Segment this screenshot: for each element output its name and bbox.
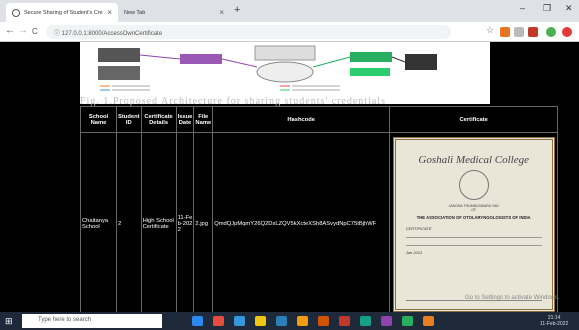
- school-name-cell: Chaitanya School: [80, 132, 117, 316]
- close-tab-icon[interactable]: ×: [219, 8, 224, 17]
- taskbar-app-icon[interactable]: [297, 316, 308, 326]
- tab-title: New Tab: [124, 9, 146, 16]
- issue-date-cell: 11-Feb-2022: [175, 132, 195, 316]
- reload-button[interactable]: C: [32, 27, 38, 36]
- taskbar-app-icon[interactable]: [339, 316, 350, 326]
- table-row: Chaitanya School 2 High School Certifica…: [80, 132, 559, 316]
- close-tab-icon[interactable]: ×: [107, 8, 112, 17]
- column-header: School Name: [80, 106, 117, 133]
- hashcode-cell: QmdQJpMqmY26Q2DxLZQV5kXcteXSh8ASvydNpC75…: [212, 132, 391, 316]
- certificate-line: CERTIFICATE: [405, 225, 432, 231]
- certificates-table: School Name Student ID Certificate Detai…: [80, 106, 559, 316]
- seal-emblem-icon: [458, 169, 489, 200]
- tab-new-tab[interactable]: New Tab ×: [118, 3, 230, 22]
- certificate-details-cell: High School Certificate: [140, 132, 177, 316]
- url-text: 127.0.0.1:8000/AccessOwnCertificate: [61, 31, 163, 37]
- system-clock[interactable]: 21:14 11-Feb-2022: [540, 315, 568, 327]
- column-header: Hashcode: [212, 106, 391, 133]
- minimize-button[interactable]: –: [520, 3, 525, 13]
- taskbar-app-icon[interactable]: [381, 316, 392, 326]
- column-header: Certificate: [389, 106, 559, 133]
- certificate-college-name: Goshali Medical College: [418, 153, 529, 166]
- certificate-heading: THE ASSOCIATION OF OTOLARYNGOLOGISTS OF …: [416, 214, 531, 220]
- column-header: Issue Date: [175, 106, 195, 133]
- certificate-image[interactable]: Goshali Medical College JANGNA THUMBUSWA…: [392, 136, 555, 312]
- star-icon[interactable]: ☆: [486, 25, 494, 36]
- close-window-button[interactable]: ✕: [565, 3, 573, 14]
- extension-icon[interactable]: [528, 27, 538, 37]
- taskbar: ⊞ Type here to search 21:14 11-Feb-2022: [0, 312, 579, 330]
- taskbar-app-icon[interactable]: [360, 316, 371, 326]
- globe-icon: [12, 8, 20, 17]
- taskbar-app-icon[interactable]: [276, 316, 287, 326]
- taskbar-app-icon[interactable]: [402, 316, 413, 326]
- maximize-button[interactable]: ❐: [543, 3, 551, 14]
- table-header-row: School Name Student ID Certificate Detai…: [80, 106, 559, 133]
- taskbar-app-icon[interactable]: [234, 316, 245, 326]
- certificate-cell: Goshali Medical College JANGNA THUMBUSWA…: [389, 132, 559, 316]
- url-field[interactable]: ⓘ 127.0.0.1:8000/AccessOwnCertificate: [46, 25, 451, 39]
- student-id-cell: 2: [116, 132, 142, 316]
- menu-icon[interactable]: [562, 27, 572, 37]
- taskbar-app-icon[interactable]: [423, 316, 434, 326]
- taskbar-search-input[interactable]: Type here to search: [22, 314, 162, 328]
- back-button[interactable]: ←: [5, 25, 15, 36]
- certificate-line: Jan 2013: [405, 249, 423, 255]
- page-content: Fig. 1.Proposed Architecture for sharing…: [0, 42, 579, 316]
- architecture-figure: [80, 42, 490, 104]
- column-header: File Name: [193, 106, 214, 133]
- forward-button[interactable]: →: [18, 25, 28, 36]
- profile-avatar[interactable]: [546, 27, 556, 37]
- column-header: Certificate Details: [140, 106, 177, 133]
- address-bar-row: ← → C ⓘ 127.0.0.1:8000/AccessOwnCertific…: [0, 22, 579, 42]
- certificate-line: OF: [471, 207, 477, 212]
- taskbar-app-icon[interactable]: [318, 316, 329, 326]
- new-tab-button[interactable]: +: [234, 4, 240, 16]
- architecture-diagram: [98, 45, 437, 91]
- activation-watermark: Go to Settings to activate Windows.: [465, 295, 560, 301]
- tab-secure-sharing[interactable]: Secure Sharing of Student's Cre ×: [6, 3, 118, 22]
- info-icon: ⓘ: [54, 31, 62, 37]
- windows-start-icon[interactable]: ⊞: [5, 316, 13, 327]
- taskbar-app-icon[interactable]: [213, 316, 224, 326]
- file-name-cell: 2.jpg: [193, 132, 214, 316]
- extension-icon[interactable]: [500, 27, 510, 37]
- tab-title: Secure Sharing of Student's Cre: [24, 9, 103, 16]
- taskbar-app-icon[interactable]: [192, 316, 203, 326]
- taskbar-app-icon[interactable]: [255, 316, 266, 326]
- column-header: Student ID: [116, 106, 142, 133]
- extension-icon[interactable]: [514, 27, 524, 37]
- browser-tab-bar: Secure Sharing of Student's Cre × New Ta…: [0, 0, 579, 22]
